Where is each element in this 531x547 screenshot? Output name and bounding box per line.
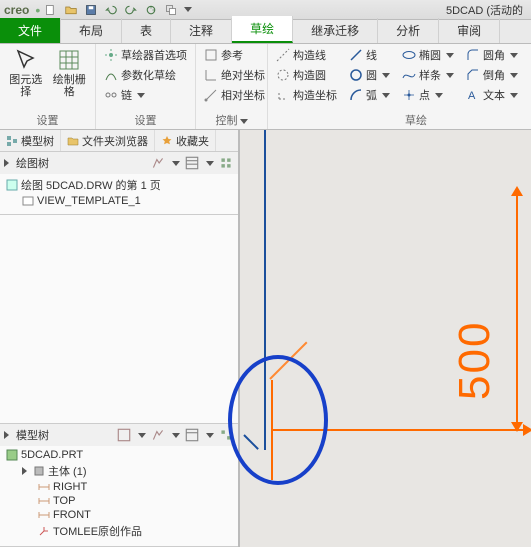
fillet-button[interactable]: 圆角 — [464, 46, 520, 64]
tree-csys-node[interactable]: TOMLEE原创作品 — [4, 522, 238, 540]
tree-datum-front[interactable]: FRONT — [4, 508, 238, 522]
qat-redo-icon[interactable] — [122, 2, 140, 18]
navigator-tabs: 模型树 文件夹浏览器 收藏夹 — [0, 130, 238, 152]
chamfer-button[interactable]: 倒角 — [464, 66, 520, 84]
arc-button[interactable]: 弧 — [347, 86, 392, 104]
relative-coord-button[interactable]: 相对坐标 — [202, 86, 267, 104]
group-sketch: 构造线 构造圆 构造坐标 线 圆 弧 椭圆 样条 点 圆角 倒角 A文本 — [268, 44, 531, 129]
dimension-value[interactable]: 500 — [450, 321, 500, 400]
qat-save-icon[interactable] — [82, 2, 100, 18]
subtab-folder-browser[interactable]: 文件夹浏览器 — [61, 130, 155, 151]
ribbon-tabs: 文件 布局 表 注释 草绘 继承迁移 分析 审阅 — [0, 20, 531, 44]
tab-inherit[interactable]: 继承迁移 — [293, 18, 378, 43]
parametric-sketch-button[interactable]: 参数化草绘 — [102, 66, 189, 84]
document-title: 5DCAD (活动的 — [446, 2, 527, 18]
tab-sketch[interactable]: 草绘 — [232, 16, 293, 43]
ribbon: 图元选择 绘制栅格 设置 草绘器首选项 参数化草绘 链 设置 参考 绝对坐标 相… — [0, 44, 531, 130]
tree-settings-icon[interactable] — [184, 155, 200, 171]
group-label-sketch: 草绘 — [274, 111, 531, 129]
construction-csys-button[interactable]: 构造坐标 — [274, 86, 339, 104]
tab-analysis[interactable]: 分析 — [378, 18, 439, 43]
model-tree-body: 5DCAD.PRT 主体 (1) RIGHT TOP FRONT TOMLEE原… — [0, 446, 238, 546]
tree-tool-icon[interactable] — [116, 427, 132, 443]
circle-button[interactable]: 圆 — [347, 66, 392, 84]
tree-part-root[interactable]: 5DCAD.PRT — [4, 448, 238, 462]
qat-new-icon[interactable] — [42, 2, 60, 18]
annotation-ellipse — [228, 355, 328, 485]
group-selection: 图元选择 绘制栅格 设置 — [0, 44, 96, 129]
group-control: 参考 绝对坐标 相对坐标 控制 — [196, 44, 268, 129]
left-panel: 模型树 文件夹浏览器 收藏夹 绘图树 绘图 5DCAD.DRW 的第 1 页 V… — [0, 130, 240, 547]
caret-icon — [137, 93, 145, 98]
ellipse-button[interactable]: 椭圆 — [400, 46, 456, 64]
sketcher-prefs-button[interactable]: 草绘器首选项 — [102, 46, 189, 64]
absolute-coord-button[interactable]: 绝对坐标 — [202, 66, 267, 84]
logo-dot: • — [35, 2, 40, 18]
subtab-model-tree[interactable]: 模型树 — [0, 130, 61, 151]
drawing-tree-header[interactable]: 绘图树 — [0, 152, 238, 174]
tree-tool2-icon[interactable] — [150, 427, 166, 443]
subtab-favorites[interactable]: 收藏夹 — [155, 130, 216, 151]
tab-table[interactable]: 表 — [122, 18, 171, 43]
dimension-line — [516, 188, 518, 430]
construction-line-button[interactable]: 构造线 — [274, 46, 339, 64]
tree-drawing-page[interactable]: 绘图 5DCAD.DRW 的第 1 页 — [4, 176, 238, 194]
tab-review[interactable]: 审阅 — [439, 18, 500, 43]
qat-regen-icon[interactable] — [142, 2, 160, 18]
grid-button[interactable]: 绘制栅格 — [50, 46, 90, 111]
model-tree-header[interactable]: 模型树 — [0, 424, 238, 446]
group-label-control: 控制 — [202, 111, 261, 129]
tab-annotate[interactable]: 注释 — [171, 18, 232, 43]
graphics-canvas[interactable]: 500 — [240, 130, 531, 547]
tree-tool-icon[interactable] — [150, 155, 166, 171]
construction-circle-button[interactable]: 构造圆 — [274, 66, 339, 84]
panel-area: 模型树 文件夹浏览器 收藏夹 绘图树 绘图 5DCAD.DRW 的第 1 页 V… — [0, 130, 531, 547]
drawing-tree-body: 绘图 5DCAD.DRW 的第 1 页 VIEW_TEMPLATE_1 — [0, 174, 238, 214]
chain-button[interactable]: 链 — [102, 86, 189, 104]
tree-view-template[interactable]: VIEW_TEMPLATE_1 — [4, 194, 238, 208]
tree-datum-right[interactable]: RIGHT — [4, 480, 238, 494]
qat-undo-icon[interactable] — [102, 2, 120, 18]
qat-windows-icon[interactable] — [162, 2, 180, 18]
qat-open-icon[interactable] — [62, 2, 80, 18]
group-settings2: 草绘器首选项 参数化草绘 链 设置 — [96, 44, 196, 129]
select-button[interactable]: 图元选择 — [6, 46, 46, 111]
tree-show-icon[interactable] — [218, 155, 234, 171]
reference-button[interactable]: 参考 — [202, 46, 267, 64]
svg-text:A: A — [468, 90, 476, 102]
expand-icon — [4, 431, 9, 439]
model-tree-section: 模型树 5DCAD.PRT 主体 (1) RIGHT TOP FRONT TOM… — [0, 423, 238, 547]
line-button[interactable]: 线 — [347, 46, 392, 64]
group-label-settings: 设置 — [6, 111, 89, 129]
spline-button[interactable]: 样条 — [400, 66, 456, 84]
expand-icon — [4, 159, 9, 167]
text-button[interactable]: A文本 — [464, 86, 520, 104]
tab-file[interactable]: 文件 — [0, 18, 61, 43]
tree-body-node[interactable]: 主体 (1) — [4, 462, 238, 480]
tree-settings-icon[interactable] — [184, 427, 200, 443]
app-logo: creo — [4, 3, 29, 17]
tree-datum-top[interactable]: TOP — [4, 494, 238, 508]
tab-layout[interactable]: 布局 — [61, 18, 122, 43]
drawing-tree-section: 绘图树 绘图 5DCAD.DRW 的第 1 页 VIEW_TEMPLATE_1 — [0, 152, 238, 215]
qat-more-icon[interactable] — [184, 7, 192, 12]
point-button[interactable]: 点 — [400, 86, 456, 104]
group-label-settings2: 设置 — [102, 111, 189, 129]
